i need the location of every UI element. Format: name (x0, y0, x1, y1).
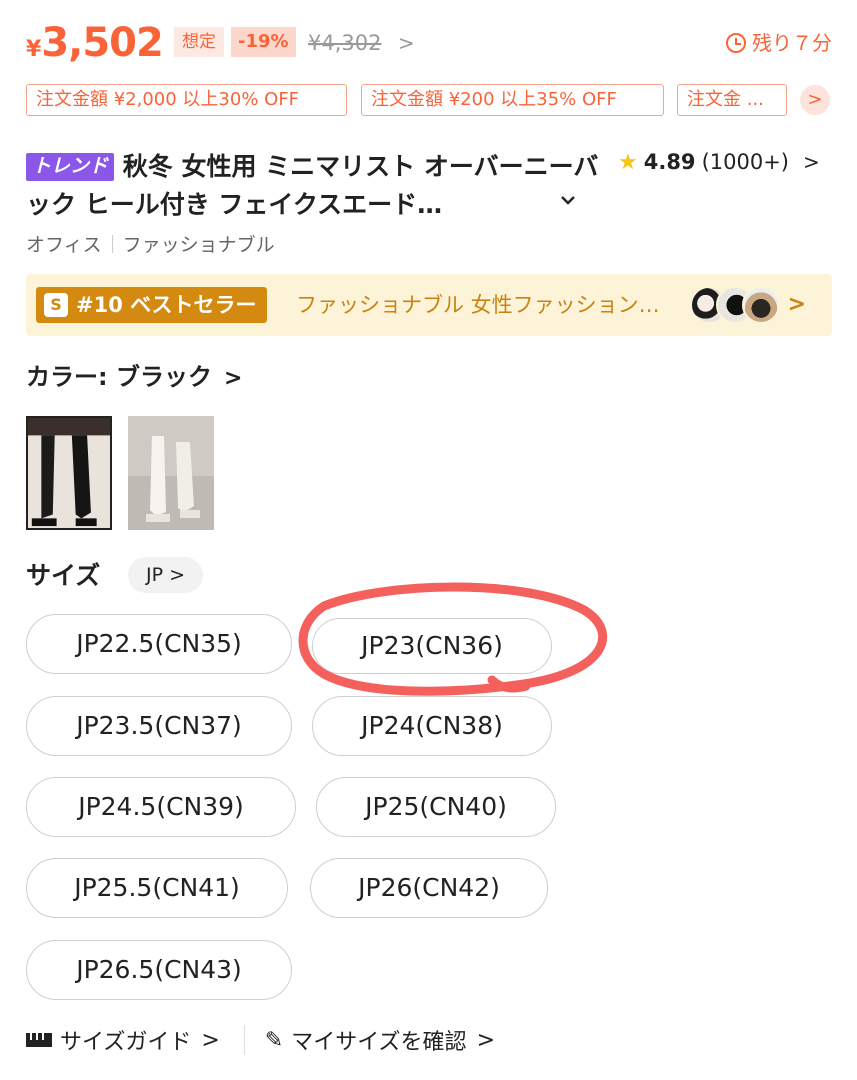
chevron-right-icon: > (803, 150, 820, 174)
chevron-right-icon[interactable]: > (201, 1028, 219, 1053)
chevron-right-icon: > (223, 366, 243, 391)
ruler-icon (26, 1033, 52, 1047)
coupon-chip[interactable]: 注文金 ... (677, 84, 787, 116)
bestseller-category: ファッショナブル 女性ファッション… (296, 293, 660, 317)
chevron-right-icon[interactable]: > (477, 1028, 495, 1053)
size-option[interactable]: JP24(CN38) (312, 696, 552, 756)
clock-icon (726, 33, 746, 53)
size-option[interactable]: JP25(CN40) (316, 777, 556, 837)
countdown-timer: 残り７分 (726, 30, 832, 56)
price-row: ¥3,502 想定 -19% ¥4,302 > 残り７分 (26, 18, 832, 68)
coupon-chip[interactable]: 注文金額 ¥2,000 以上30% OFF (26, 84, 347, 116)
coupon-chip[interactable]: 注文金額 ¥200 以上35% OFF (361, 84, 664, 116)
size-links: サイズガイド > ✎ マイサイズを確認 > (26, 1024, 519, 1056)
star-icon: ★ (618, 149, 638, 175)
chevron-right-icon[interactable]: > (398, 30, 415, 56)
rating-summary[interactable]: ★ 4.89 (1000+) > (618, 148, 820, 176)
bestseller-banner[interactable]: S #10 ベストセラー ファッショナブル 女性ファッション… > (26, 274, 832, 336)
divider (243, 1025, 245, 1055)
size-option[interactable]: JP25.5(CN41) (26, 858, 288, 918)
tag: オフィス (26, 234, 102, 256)
coupon-list: 注文金額 ¥2,000 以上30% OFF 注文金額 ¥200 以上35% OF… (26, 84, 832, 116)
bestseller-thumbnails (690, 286, 782, 324)
coupon-more-button[interactable]: > (800, 85, 830, 115)
product-tags: オフィス ファッショナブル (26, 230, 275, 257)
size-label: サイズ (26, 561, 101, 590)
boot-black-image (28, 418, 110, 528)
color-swatch-white[interactable] (128, 416, 214, 530)
discount-badge: -19% (231, 27, 296, 57)
trend-badge: トレンド (26, 153, 115, 181)
product-title: トレンド 秋冬 女性用 ミニマリスト オーバーニーバック ヒール付き フェイクス… (26, 152, 599, 219)
size-option[interactable]: JP26(CN42) (310, 858, 548, 918)
chevron-down-icon[interactable] (560, 190, 576, 211)
divider (111, 235, 113, 253)
original-price[interactable]: ¥4,302 (308, 30, 381, 56)
my-size-link[interactable]: マイサイズを確認 (291, 1024, 466, 1056)
sale-price: ¥3,502 (26, 20, 164, 66)
product-title-block[interactable]: トレンド 秋冬 女性用 ミニマリスト オーバーニーバック ヒール付き フェイクス… (26, 148, 606, 224)
size-option[interactable]: JP22.5(CN35) (26, 614, 292, 674)
chevron-right-icon: > (787, 292, 806, 317)
medal-icon: S (44, 293, 68, 317)
size-system-selector[interactable]: JP > (128, 557, 204, 593)
tag: ファッショナブル (122, 234, 275, 256)
color-swatch-black[interactable] (26, 416, 112, 530)
size-option[interactable]: JP24.5(CN39) (26, 777, 296, 837)
product-detail-page: ¥3,502 想定 -19% ¥4,302 > 残り７分 注文金額 ¥2,000… (0, 0, 857, 1080)
bestseller-badge: S #10 ベストセラー (36, 287, 267, 323)
size-guide-link[interactable]: サイズガイド (60, 1024, 191, 1056)
size-option[interactable]: JP26.5(CN43) (26, 940, 292, 1000)
product-thumbnail (742, 286, 780, 324)
size-option[interactable]: JP23.5(CN37) (26, 696, 292, 756)
color-selector-label[interactable]: カラー: ブラック > (26, 362, 242, 394)
estimate-label: 想定 (174, 27, 224, 57)
pencil-icon: ✎ (264, 1027, 284, 1053)
size-option[interactable]: JP23(CN36) (312, 618, 552, 674)
boot-white-image (128, 416, 214, 530)
